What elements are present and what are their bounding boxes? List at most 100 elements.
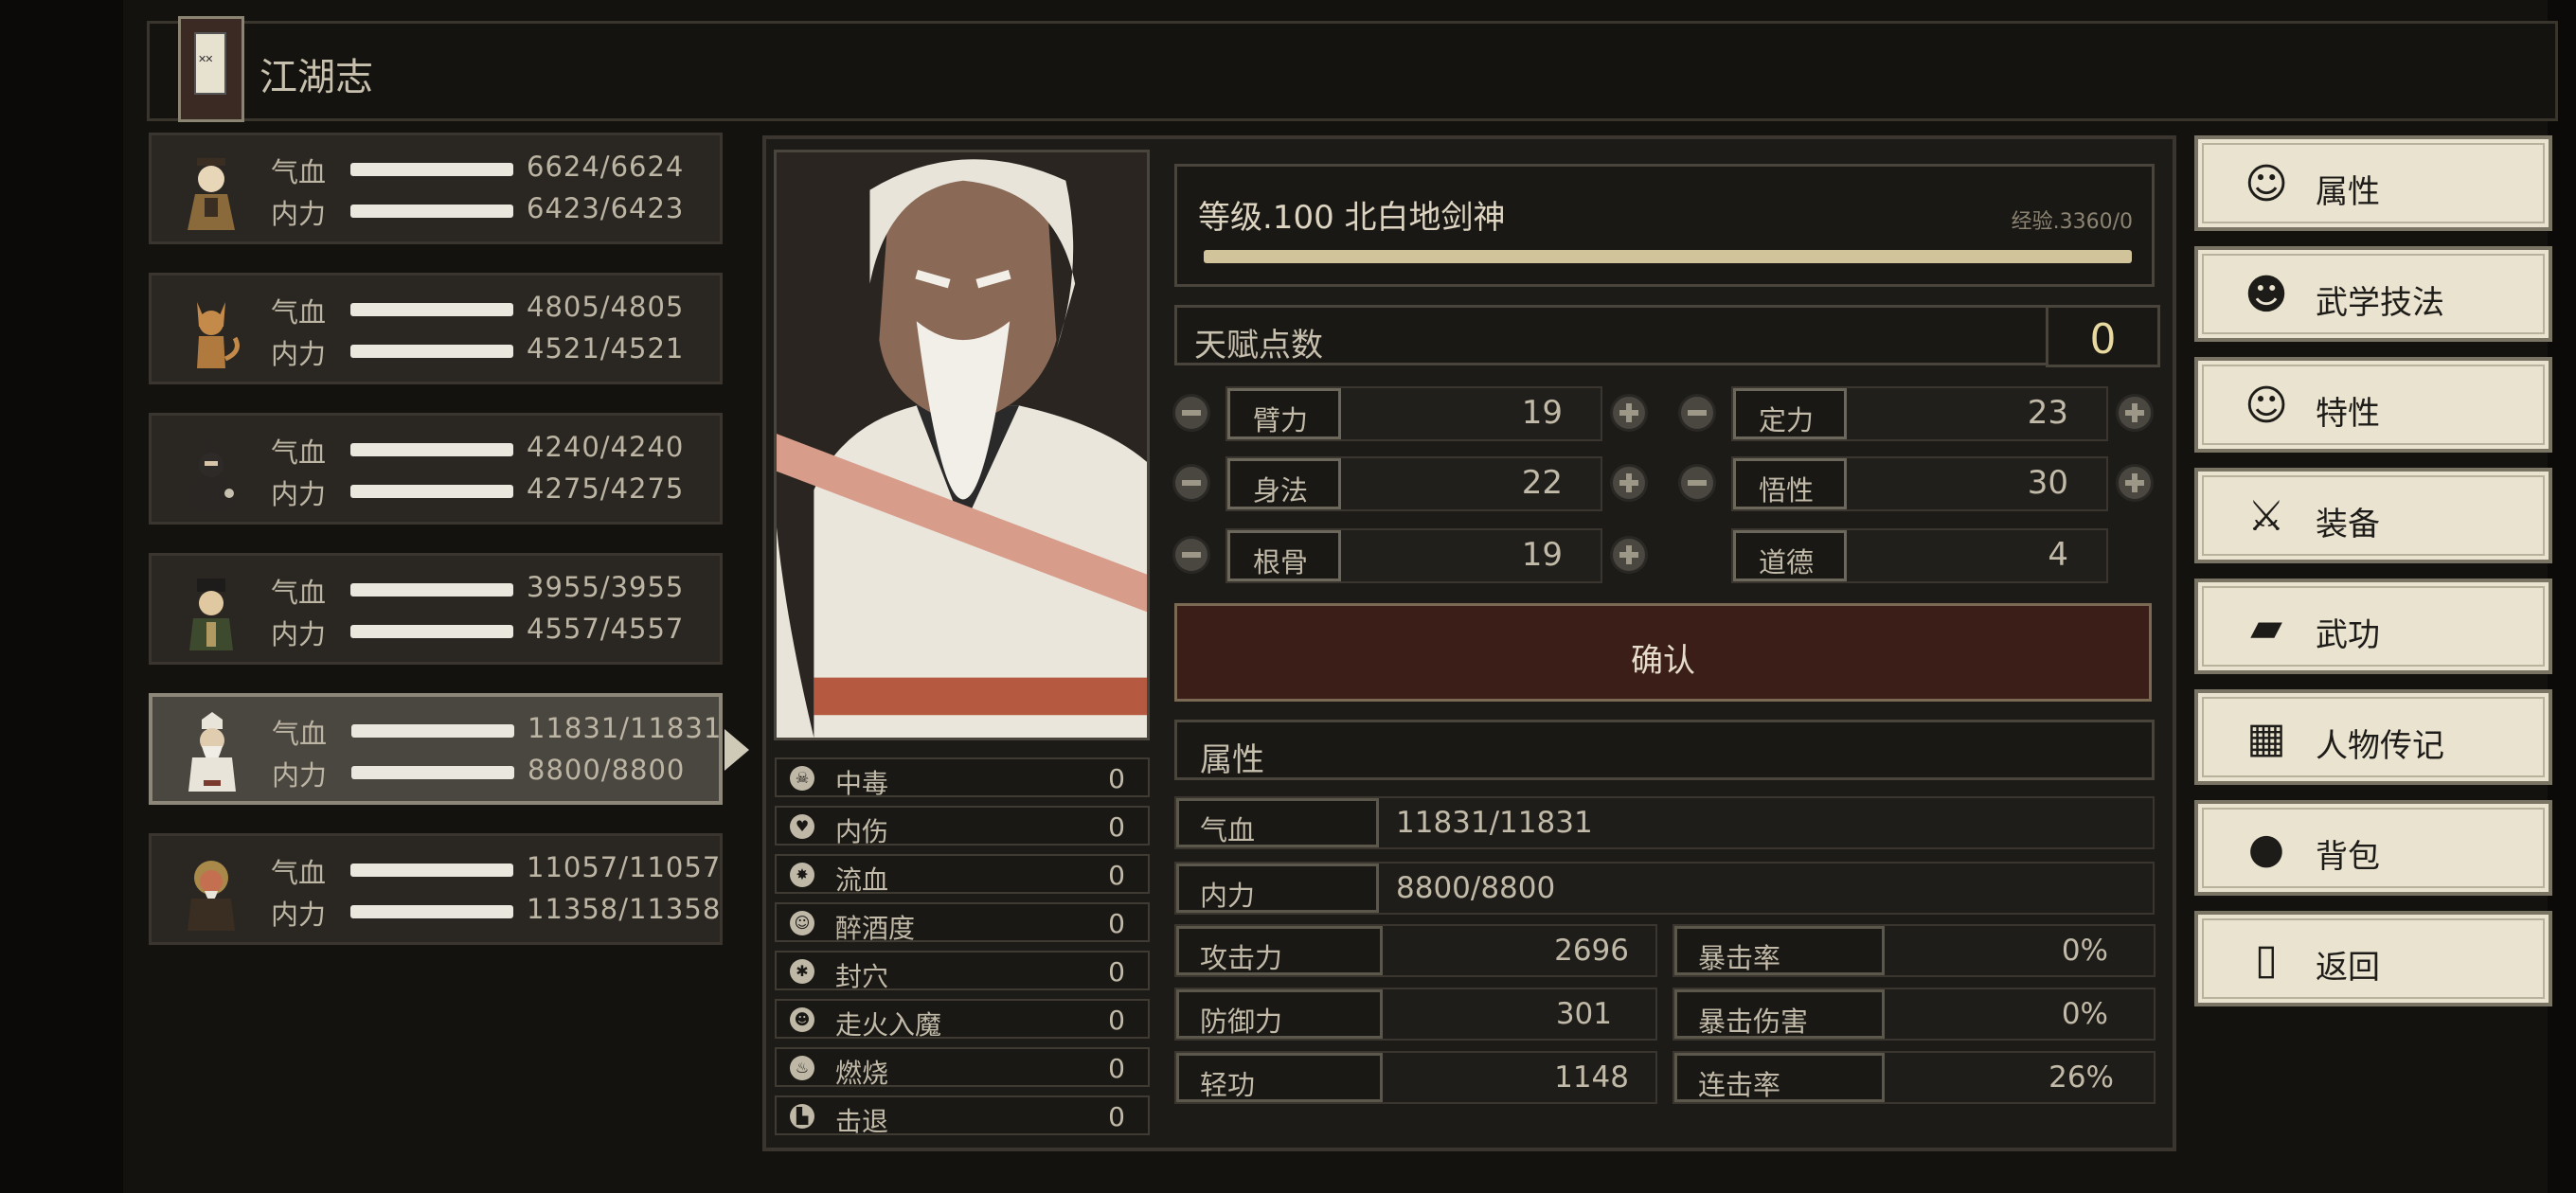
prop-label: 连击率 [1698, 1069, 1781, 1101]
prop-crit-rate: 暴击率 0% [1673, 924, 2156, 977]
prop-lightness: 轻功 1148 [1174, 1051, 1657, 1104]
menu-label: 人物传记 [2316, 727, 2444, 765]
properties-header: 属性 [1174, 720, 2155, 780]
prop-crit-damage: 暴击伤害 0% [1673, 988, 2156, 1041]
bag-icon: ● [2247, 825, 2285, 873]
prop-value: 8800/8800 [1396, 871, 1556, 905]
status-label: 燃烧 [835, 1058, 889, 1089]
attr-label: 臂力 [1253, 404, 1309, 436]
hp-value: 4240/4240 [527, 431, 685, 463]
attr-label: 身法 [1253, 474, 1309, 507]
mp-value: 11358/11358 [527, 893, 722, 925]
hp-value: 3955/3955 [527, 571, 685, 603]
book-icon [178, 16, 244, 122]
party-member-1[interactable]: 气血 6624/6624 内力 6423/6423 [149, 133, 723, 244]
strength-increase-button[interactable] [1610, 394, 1648, 432]
drunk-icon: ☺ [790, 911, 814, 935]
avatar [169, 846, 254, 936]
prop-label: 暴击率 [1698, 942, 1781, 974]
attr-insight: 悟性 30 [1731, 456, 2108, 511]
constitution-decrease-button[interactable] [1172, 536, 1210, 574]
status-value: 0 [1108, 1005, 1125, 1036]
strength-decrease-button[interactable] [1172, 394, 1210, 432]
hp-label: 气血 [271, 156, 327, 188]
knockback-icon: ▙ [790, 1104, 814, 1129]
scroll-icon: ▰ [2250, 603, 2282, 651]
exp-text: 经验.3360/0 [2011, 210, 2133, 234]
mp-value: 6423/6423 [527, 192, 685, 224]
prop-label: 轻功 [1200, 1069, 1256, 1101]
mp-label: 内力 [271, 338, 327, 370]
talent-points-value: 0 [2089, 315, 2117, 364]
menu-equipment-button[interactable]: ⚔ 装备 [2194, 468, 2552, 563]
mp-bar [350, 485, 513, 498]
attr-label: 根骨 [1253, 546, 1309, 579]
attr-value: 23 [2027, 394, 2068, 432]
menu-biography-button[interactable]: ▦ 人物传记 [2194, 689, 2552, 785]
status-value: 0 [1108, 1053, 1125, 1084]
confirm-button[interactable]: 确认 [1174, 603, 2152, 702]
mp-value: 4275/4275 [527, 472, 685, 505]
hp-bar [350, 864, 513, 877]
status-label: 中毒 [835, 768, 889, 799]
focus-increase-button[interactable] [2116, 394, 2154, 432]
party-member-2[interactable]: 气血 4805/4805 内力 4521/4521 [149, 273, 723, 384]
focus-decrease-button[interactable] [1678, 394, 1716, 432]
prop-value: 11831/11831 [1396, 806, 1593, 840]
page-title: 江湖志 [259, 56, 373, 99]
menu-back-button[interactable]: ▯ 返回 [2194, 911, 2552, 1006]
hp-label: 气血 [271, 857, 327, 889]
mp-label: 内力 [271, 899, 327, 931]
insight-decrease-button[interactable] [1678, 464, 1716, 502]
demon-icon: ☻ [790, 1007, 814, 1032]
party-member-4[interactable]: 气血 3955/3955 内力 4557/4557 [149, 553, 723, 665]
prop-value: 301 [1555, 997, 1612, 1031]
menu-martial-skills-button[interactable]: ☻ 武学技法 [2194, 246, 2552, 342]
attr-value: 19 [1521, 394, 1563, 432]
attr-value: 22 [1521, 464, 1563, 502]
menu-label: 特性 [2316, 395, 2380, 433]
menu-kungfu-button[interactable]: ▰ 武功 [2194, 579, 2552, 674]
prop-value: 26% [2048, 1060, 2114, 1095]
menu-label: 武学技法 [2316, 284, 2444, 322]
agility-decrease-button[interactable] [1172, 464, 1210, 502]
mp-bar [350, 625, 513, 638]
agility-increase-button[interactable] [1610, 464, 1648, 502]
mp-label: 内力 [272, 759, 328, 792]
mp-value: 8800/8800 [528, 754, 686, 786]
attr-strength: 臂力 19 [1225, 386, 1602, 441]
party-member-5-selected[interactable]: 气血 11831/11831 内力 8800/8800 [149, 693, 723, 805]
menu-bag-button[interactable]: ● 背包 [2194, 800, 2552, 896]
menu-label: 武功 [2316, 616, 2380, 654]
menu-traits-button[interactable]: ☺ 特性 [2194, 357, 2552, 453]
hp-label: 气血 [272, 718, 328, 750]
constitution-increase-button[interactable] [1610, 536, 1648, 574]
status-value: 0 [1108, 860, 1125, 891]
talent-points-panel: 天赋点数 [1174, 305, 2050, 365]
prop-defense: 防御力 301 [1174, 988, 1657, 1041]
prop-mp: 内力 8800/8800 [1174, 862, 2155, 915]
status-label: 醉酒度 [835, 913, 916, 944]
exp-bar [1204, 250, 2132, 263]
status-value: 0 [1108, 763, 1125, 794]
status-value: 0 [1108, 956, 1125, 988]
prop-label: 内力 [1200, 880, 1256, 912]
prop-value: 0% [2061, 997, 2108, 1031]
party-member-3[interactable]: 气血 4240/4240 内力 4275/4275 [149, 413, 723, 525]
status-value: 0 [1108, 908, 1125, 939]
party-member-6[interactable]: 气血 11057/11057 内力 11358/11358 [149, 833, 723, 945]
insight-increase-button[interactable] [2116, 464, 2154, 502]
avatar [169, 285, 254, 376]
status-label: 流血 [835, 864, 889, 896]
mp-value: 4521/4521 [527, 332, 685, 365]
properties-title: 属性 [1200, 741, 1264, 779]
prop-hp: 气血 11831/11831 [1174, 796, 2155, 849]
avatar [170, 706, 255, 797]
blood-icon: ✸ [790, 863, 814, 887]
confirm-label: 确认 [1631, 642, 1695, 680]
character-portrait [774, 150, 1150, 740]
character-icon: ☺ [2245, 160, 2288, 208]
menu-attributes-button[interactable]: ☺ 属性 [2194, 135, 2552, 231]
level-title: 等级.100 北白地剑神 [1198, 199, 1506, 237]
skull-icon: ☠ [790, 766, 814, 791]
